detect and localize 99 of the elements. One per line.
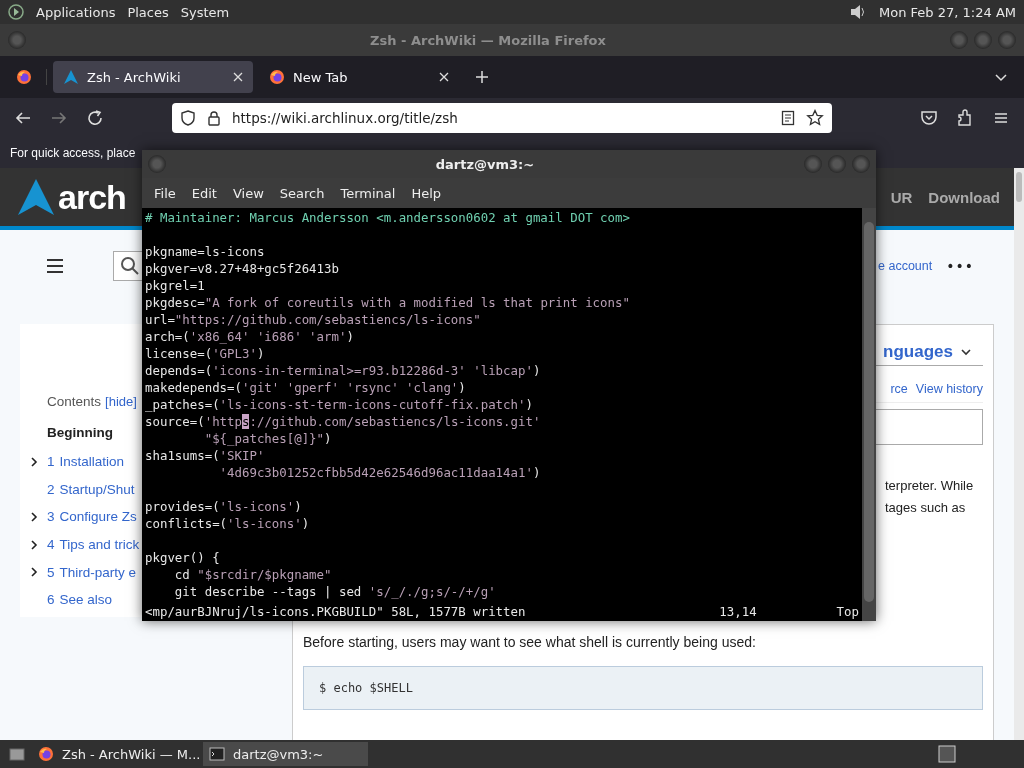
code-line: pkgver() { — [145, 549, 221, 566]
bookmarks-hint: For quick access, place — [10, 146, 136, 160]
toc-link[interactable]: Configure Zs — [59, 509, 137, 525]
toc-link[interactable]: See also — [59, 592, 113, 608]
tab-title: Zsh - ArchWiki — [87, 69, 182, 85]
clock[interactable]: Mon Feb 27, 1:24 AM — [879, 4, 1016, 20]
plus-icon[interactable] — [475, 70, 489, 84]
code-line: arch=('x86_64' 'i686' 'arm') — [145, 328, 355, 345]
window-title: Zsh - ArchWiki — Mozilla Firefox — [369, 32, 607, 48]
window-title: dartz@vm3:~ — [434, 156, 536, 172]
toc-number: 3 — [47, 509, 55, 525]
page-tab[interactable]: rce — [890, 382, 908, 396]
menu-item[interactable]: View — [224, 185, 272, 201]
code-line: depends=('icons-in-terminal>=r93.b12286d-3' 'libcap') — [145, 362, 542, 379]
toc-number: 5 — [47, 564, 55, 580]
toc-link[interactable]: Startup/Shut — [59, 481, 135, 497]
expand-chevron-icon[interactable] — [29, 456, 39, 467]
url-text: https://wiki.archlinux.org/title/zsh — [232, 110, 458, 126]
menu-item[interactable]: Search — [271, 185, 333, 201]
status-message: <mp/aurBJNruj/ls-icons.PKGBUILD" 58L, 1577B written — [145, 603, 526, 620]
more-menu[interactable]: ••• — [946, 258, 974, 274]
languages-button[interactable]: nguages — [883, 342, 953, 362]
expand-chevron-icon[interactable] — [29, 567, 39, 578]
menu-icon[interactable] — [45, 256, 65, 276]
code-block: $ echo $SHELL — [303, 666, 983, 710]
menu-item[interactable]: Help — [403, 185, 450, 201]
browser-tab[interactable]: Zsh - ArchWiki — [53, 61, 253, 93]
toc-number: 2 — [47, 481, 55, 497]
expand-chevron-icon[interactable] — [29, 539, 39, 550]
tab-title: New Tab — [293, 69, 349, 85]
scrollbar[interactable] — [1014, 168, 1024, 740]
menu-logo-icon[interactable] — [8, 4, 24, 20]
panel-menu[interactable]: Places — [127, 4, 169, 20]
firefox-icon — [269, 69, 285, 85]
firefox-icon — [16, 69, 32, 85]
taskbar-item[interactable]: dartz@vm3:~ — [203, 742, 368, 766]
search-icon — [120, 256, 140, 276]
pocket-icon[interactable] — [920, 109, 938, 127]
toc-number: 6 — [47, 592, 55, 608]
article-text: Before starting, users may want to see what shell is currently being used: — [303, 634, 757, 650]
code-line: pkgrel=1 — [145, 277, 206, 294]
panel-menu[interactable]: System — [180, 4, 230, 20]
account-link[interactable]: e account — [878, 259, 933, 273]
triangle-logo-icon — [63, 69, 79, 85]
menu-item[interactable]: Terminal — [332, 185, 404, 201]
contents-title: Contents — [47, 394, 102, 409]
article-text: tages such as — [885, 499, 967, 517]
page-tab[interactable]: View history — [915, 382, 983, 396]
code-line: '4d69c3b01252cfbb5d42e62546d96ac11daa14a1') — [218, 464, 542, 481]
site-nav-link[interactable]: UR — [890, 188, 913, 206]
site-nav-link[interactable]: Download — [928, 188, 1000, 206]
code-line: cd "$srcdir/$pkgname" — [173, 566, 333, 583]
triangle-logo-icon[interactable] — [16, 177, 56, 217]
code-line: source=('https://github.com/sebastiencs/ls-icons.git' — [145, 413, 542, 430]
hide-link[interactable]: [hide] — [105, 394, 137, 409]
chevron-down-icon[interactable] — [961, 347, 971, 357]
reader-view-icon[interactable] — [780, 110, 796, 126]
code-line: "${_patches[@]}") — [203, 430, 333, 447]
code-line: pkgname=ls-icons — [145, 243, 266, 260]
reload-icon[interactable] — [86, 109, 104, 127]
scroll-position: Top — [836, 603, 859, 620]
puzzle-icon[interactable] — [956, 109, 974, 127]
code-line: sha1sums=('SKIP' — [145, 447, 266, 464]
taskbar-label: dartz@vm3:~ — [233, 746, 324, 762]
cursor-position: 13,14 — [719, 603, 757, 620]
browser-tab[interactable]: New Tab — [259, 61, 459, 93]
close-icon[interactable] — [439, 72, 449, 82]
search-field[interactable] — [113, 251, 143, 281]
code-line: _patches=('ls-icons-st-term-icons-cutoff-fix.patch') — [145, 396, 534, 413]
code-line: git describe --tags | sed 's/_/./g;s/-/+/g' — [173, 583, 497, 600]
code-line: # Maintainer: Marcus Andersson <m.andersson0602 at gmail DOT com> — [145, 209, 631, 226]
menu-item[interactable]: Edit — [183, 185, 225, 201]
lock-icon[interactable] — [206, 110, 222, 126]
firefox-icon — [38, 746, 54, 762]
code-line: provides=('ls-icons') — [145, 498, 303, 515]
star-icon[interactable] — [806, 109, 824, 127]
code-line: license=('GPL3') — [145, 345, 266, 362]
address-bar[interactable]: https://wiki.archlinux.org/title/zsh — [172, 103, 832, 133]
code-line: pkgver=v8.27+48+gc5f26413b — [145, 260, 340, 277]
code-line: makedepends=('git' 'gperf' 'rsync' 'clang') — [145, 379, 467, 396]
toc-link[interactable]: Installation — [59, 454, 125, 470]
panel-menu[interactable]: Applications — [36, 4, 116, 20]
code-line: pkgdesc="A fork of coreutils with a modified ls that print icons" — [145, 294, 631, 311]
site-logo-text[interactable]: arch — [58, 177, 126, 217]
shield-icon[interactable] — [180, 110, 196, 126]
toc-number: 1 — [47, 454, 55, 470]
code-line: url="https://github.com/sebastiencs/ls-icons" — [145, 311, 482, 328]
terminal-icon — [209, 746, 225, 762]
toc-number: 4 — [47, 537, 55, 553]
scrollbar[interactable] — [862, 208, 876, 621]
toc-link[interactable]: Tips and trick — [59, 537, 140, 553]
expand-chevron-icon[interactable] — [29, 512, 39, 522]
section-title[interactable]: Beginning — [20, 425, 142, 440]
article-text: terpreter. While — [885, 477, 975, 495]
menu-item[interactable]: File — [146, 185, 184, 201]
desktop-icon[interactable] — [8, 745, 26, 763]
close-icon[interactable] — [233, 72, 243, 82]
code-line: conflicts=('ls-icons') — [145, 515, 311, 532]
toc-link[interactable]: Third-party e — [59, 564, 137, 580]
